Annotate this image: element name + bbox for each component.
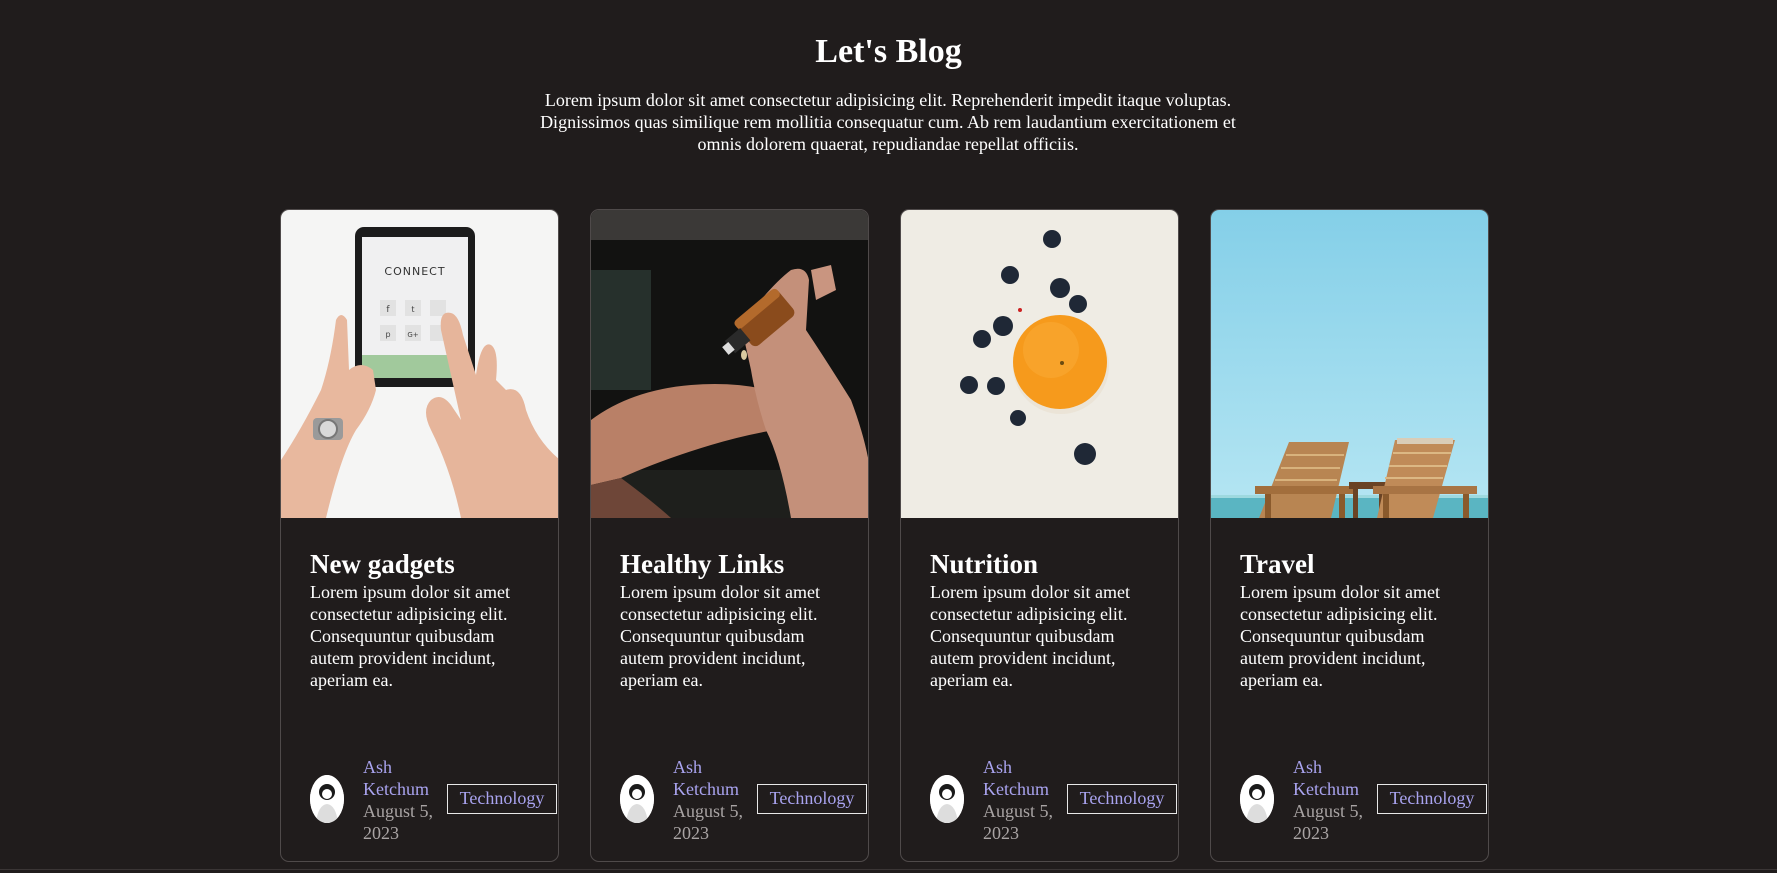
card-excerpt: Lorem ipsum dolor sit amet consectetur a… xyxy=(310,582,510,690)
author-avatar[interactable] xyxy=(1240,775,1274,823)
post-date: August 5, 2023 xyxy=(363,801,434,843)
svg-text:G+: G+ xyxy=(407,331,418,339)
svg-text:t: t xyxy=(411,305,414,314)
card-footer: Ash Ketchum August 5, 2023 Technology xyxy=(930,746,1178,846)
blog-card-grid: CONNECT f t p G+ New gadgets Lorem ipsum… xyxy=(280,209,1492,863)
card-title: Healthy Links xyxy=(620,549,785,579)
svg-text:p: p xyxy=(385,330,390,339)
author-name-link[interactable]: Ash Ketchum xyxy=(983,756,1065,800)
category-tag-button[interactable]: Technology xyxy=(1377,784,1487,814)
page-title: Let's Blog xyxy=(815,33,962,70)
category-tag-button[interactable]: Technology xyxy=(757,784,867,814)
author-avatar[interactable] xyxy=(930,775,964,823)
post-date: August 5, 2023 xyxy=(1293,801,1364,843)
page-bottom-divider xyxy=(0,869,1777,870)
card-image-dropper-bottle xyxy=(591,210,868,518)
category-tag-button[interactable]: Technology xyxy=(1067,784,1177,814)
card-excerpt: Lorem ipsum dolor sit amet consectetur a… xyxy=(620,582,820,690)
card-excerpt: Lorem ipsum dolor sit amet consectetur a… xyxy=(930,582,1130,690)
card-excerpt: Lorem ipsum dolor sit amet consectetur a… xyxy=(1240,582,1440,690)
tablet-screen-text: CONNECT xyxy=(384,265,445,278)
blog-card-nutrition[interactable]: Nutrition Lorem ipsum dolor sit amet con… xyxy=(900,209,1179,862)
blog-card-new-gadgets[interactable]: CONNECT f t p G+ New gadgets Lorem ipsum… xyxy=(280,209,559,862)
card-title: New gadgets xyxy=(310,549,455,579)
card-title: Travel xyxy=(1240,549,1315,579)
author-name-link[interactable]: Ash Ketchum xyxy=(363,756,445,800)
author-avatar[interactable] xyxy=(620,775,654,823)
card-footer: Ash Ketchum August 5, 2023 Technology xyxy=(1240,746,1488,846)
author-name-link[interactable]: Ash Ketchum xyxy=(1293,756,1375,800)
author-avatar[interactable] xyxy=(310,775,344,823)
card-image-beach-chairs xyxy=(1211,210,1488,518)
blog-card-healthy-links[interactable]: Healthy Links Lorem ipsum dolor sit amet… xyxy=(590,209,869,862)
author-name-link[interactable]: Ash Ketchum xyxy=(673,756,755,800)
category-tag-button[interactable]: Technology xyxy=(447,784,557,814)
card-footer: Ash Ketchum August 5, 2023 Technology xyxy=(310,746,558,846)
card-footer: Ash Ketchum August 5, 2023 Technology xyxy=(620,746,868,846)
blog-card-travel[interactable]: Travel Lorem ipsum dolor sit amet consec… xyxy=(1210,209,1489,862)
card-image-tablet: CONNECT f t p G+ xyxy=(281,210,558,518)
post-date: August 5, 2023 xyxy=(673,801,744,843)
post-date: August 5, 2023 xyxy=(983,801,1054,843)
intro-paragraph: Lorem ipsum dolor sit amet consectetur a… xyxy=(540,90,1236,154)
card-title: Nutrition xyxy=(930,549,1038,579)
card-image-orange-blueberries xyxy=(901,210,1178,518)
